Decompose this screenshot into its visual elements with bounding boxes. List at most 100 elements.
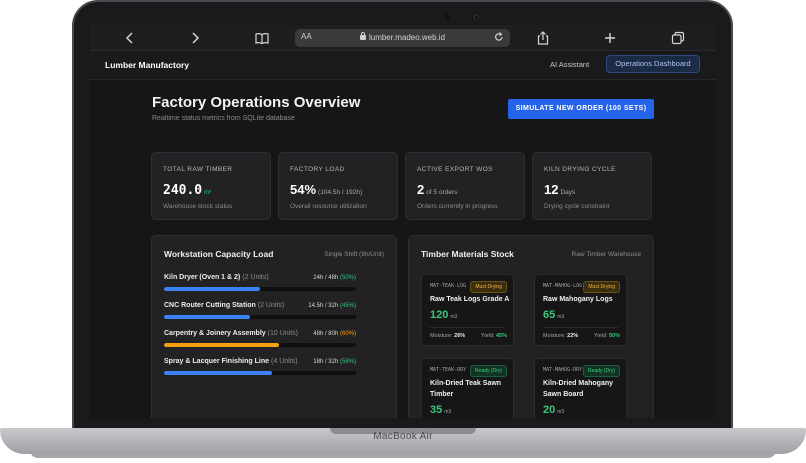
material-unit: m3 <box>444 409 452 415</box>
kpi-card-kiln-cycle: Kiln Drying Cycle 12 Days Drying cycle co… <box>532 152 652 220</box>
moisture-label: Moisture: <box>543 333 566 339</box>
material-unit: m3 <box>450 314 458 320</box>
material-quantity: 35 <box>430 404 443 416</box>
reload-icon[interactable] <box>494 31 504 46</box>
kpi-label: Active Export WOs <box>417 166 493 173</box>
workstation-units: (4 Units) <box>271 358 298 365</box>
kpi-description: Drying cycle constraint <box>544 203 610 210</box>
chevron-right-icon[interactable] <box>187 30 203 46</box>
stock-card[interactable]: MAT-TEAK-DRY Ready (Dry) Kiln-Dried Teak… <box>421 358 514 418</box>
workstation-percent: (45%) <box>339 303 356 309</box>
kpi-label: Kiln Drying Cycle <box>544 166 616 173</box>
brand-name[interactable]: Lumber Manufactory <box>105 60 189 70</box>
material-code: MAT-MAHOG-DRY <box>543 367 583 373</box>
yield-value: 50% <box>608 333 620 339</box>
panel-meta: Raw Timber Warehouse <box>571 251 641 258</box>
tabs-icon[interactable] <box>670 30 686 46</box>
panel-title: Timber Materials Stock <box>421 249 514 259</box>
workstation-row: Kiln Dryer (Oven 1 & 2) (2 Units) 24h / 4… <box>164 274 356 300</box>
workstation-name: CNC Router Cutting Station <box>164 302 256 309</box>
status-badge: Must Drying <box>470 281 507 293</box>
material-code: MAT-TEAK-LOG <box>430 283 467 289</box>
material-code: MAT-MAHOG-LOG <box>543 283 583 289</box>
kpi-label: Total Raw Timber <box>163 166 233 173</box>
workstation-units: (2 Units) <box>242 274 269 281</box>
app-navbar: Lumber Manufactory AI Assistant Operatio… <box>90 51 716 80</box>
kpi-card-factory-load: Factory Load 54% (104.5h / 192h) Overall … <box>278 152 398 220</box>
capacity-bar-track <box>164 343 356 347</box>
workstation-name: Spray & Lacquer Finishing Line <box>164 358 270 365</box>
capacity-bar-track <box>164 371 356 375</box>
moisture-value: 26% <box>454 333 466 339</box>
moisture-label: Moisture: <box>430 333 453 339</box>
kpi-description: Overall resource utilization <box>290 203 367 210</box>
workstation-percent: (56%) <box>339 359 356 365</box>
simulate-order-button[interactable]: SIMULATE NEW ORDER (100 SETS) <box>508 99 654 119</box>
page-subtitle: Realtime status metrics from SQLite data… <box>152 115 295 122</box>
kpi-value: 240.0 <box>163 183 203 198</box>
material-unit: m3 <box>557 314 565 320</box>
material-unit: m3 <box>557 409 565 415</box>
capacity-bar-fill <box>164 343 280 347</box>
kpi-value: 2 <box>417 182 425 197</box>
material-quantity: 120 <box>430 309 449 321</box>
nav-link-operations-dashboard[interactable]: Operations Dashboard <box>606 55 700 73</box>
model-label: MacBook Air <box>373 431 433 442</box>
material-name: Kiln-Dried Mahogany Sawn Board <box>543 380 614 398</box>
yield-label: Yield: <box>593 333 608 339</box>
share-icon[interactable] <box>535 30 551 46</box>
capacity-bar-fill <box>164 315 251 319</box>
material-code: MAT-TEAK-DRY <box>430 367 467 373</box>
kpi-unit: (104.5h / 192h) <box>318 189 363 196</box>
laptop-mockup: AA lumber.madeo.web.id Lumber Manufactor… <box>0 0 806 463</box>
status-badge: Ready (Dry) <box>470 365 507 377</box>
workstation-percent: (60%) <box>339 331 356 337</box>
material-name: Raw Teak Logs Grade A <box>430 296 510 303</box>
url-text: lumber.madeo.web.id <box>368 33 446 42</box>
status-badge: Ready (Dry) <box>583 365 620 377</box>
capacity-bar-fill <box>164 371 272 375</box>
yield-label: Yield: <box>480 333 495 339</box>
kpi-description: Orders currently in progress <box>417 203 498 210</box>
stock-card[interactable]: MAT-MAHOG-LOG Must Drying Raw Mahogany L… <box>534 274 627 346</box>
divider <box>430 327 505 328</box>
kpi-description: Warehouse stock status <box>163 203 233 210</box>
book-icon[interactable] <box>254 30 270 46</box>
nav-link-ai-assistant[interactable]: AI Assistant <box>550 60 589 69</box>
workstation-units: (2 Units) <box>257 302 285 309</box>
stock-card[interactable]: MAT-MAHOG-DRY Ready (Dry) Kiln-Dried Mah… <box>534 358 627 418</box>
browser-toolbar: AA lumber.madeo.web.id <box>90 25 716 51</box>
panel-title: Workstation Capacity Load <box>164 249 274 259</box>
chevron-left-icon[interactable] <box>122 30 138 46</box>
timber-stock-panel: Timber Materials Stock Raw Timber Wareho… <box>408 235 654 418</box>
workstation-hours: 18h / 32h <box>313 359 339 365</box>
capacity-bar-fill <box>164 287 260 291</box>
capacity-bar-track <box>164 287 356 291</box>
plus-icon[interactable] <box>602 30 618 46</box>
kpi-card-export-wos: Active Export WOs 2 of 5 orders Orders cu… <box>405 152 525 220</box>
workstation-row: CNC Router Cutting Station (2 Units) 14.5… <box>164 302 356 328</box>
workstation-name: Kiln Dryer (Oven 1 & 2) <box>164 274 241 281</box>
kpi-unit: m³ <box>204 190 212 196</box>
screen: AA lumber.madeo.web.id Lumber Manufactor… <box>90 25 716 418</box>
kpi-unit: of 5 orders <box>426 189 458 196</box>
divider <box>543 327 618 328</box>
kpi-unit: Days <box>560 189 576 196</box>
workstation-hours: 24h / 48h <box>313 275 339 281</box>
kpi-label: Factory Load <box>290 166 345 173</box>
camera <box>474 15 479 20</box>
material-quantity: 65 <box>543 309 556 321</box>
address-bar[interactable]: AA lumber.madeo.web.id <box>295 29 510 47</box>
panel-meta: Single Shift (8h/Unit) <box>324 251 384 258</box>
stock-card[interactable]: MAT-TEAK-LOG Must Drying Raw Teak Logs G… <box>421 274 514 346</box>
lock-icon <box>359 32 366 40</box>
kpi-value: 12 <box>544 182 559 197</box>
material-name: Kiln-Dried Teak Sawn Timber <box>430 380 502 398</box>
status-badge: Must Drying <box>583 281 620 293</box>
material-quantity: 20 <box>543 404 556 416</box>
workstation-row: Carpentry & Joinery Assembly (10 Units) 4… <box>164 330 356 356</box>
workstation-hours: 14.5h / 32h <box>308 303 339 309</box>
workstation-hours: 48h / 80h <box>313 331 339 337</box>
workstation-name: Carpentry & Joinery Assembly <box>164 330 266 337</box>
material-name: Raw Mahogany Logs <box>543 296 613 303</box>
